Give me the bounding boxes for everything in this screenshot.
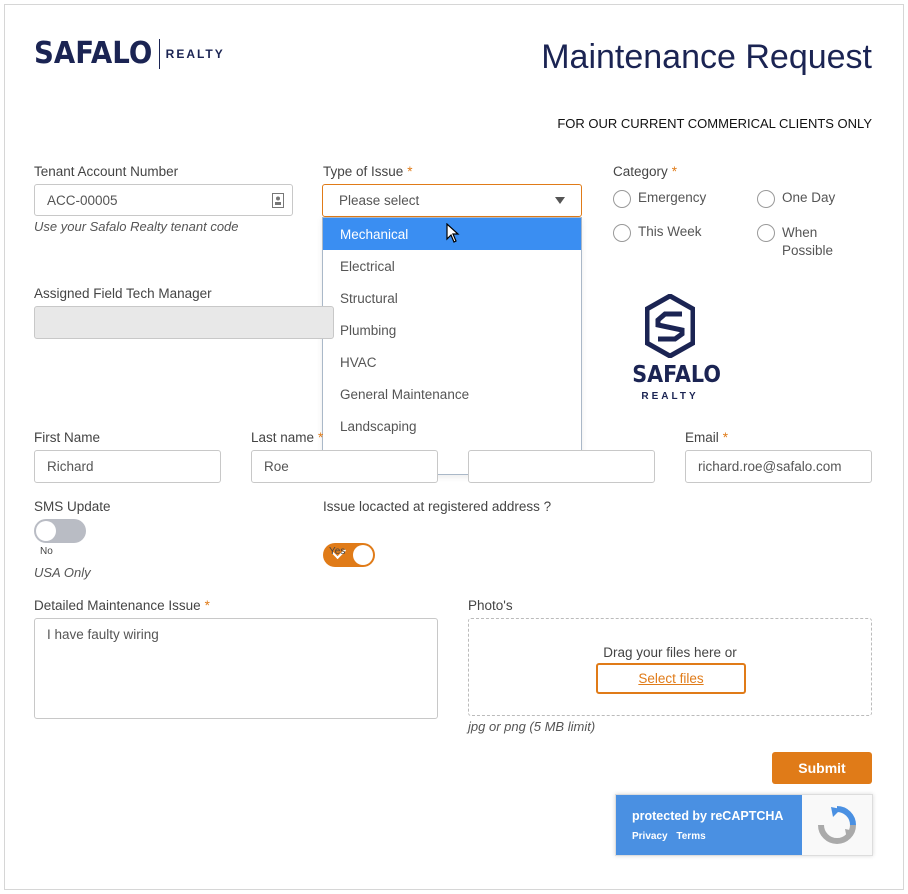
radio-circle[interactable]: [757, 224, 775, 242]
recaptcha-badge[interactable]: protected by reCAPTCHA Privacy Terms: [615, 794, 873, 856]
email-input[interactable]: richard.roe@safalo.com: [685, 450, 872, 483]
terms-link[interactable]: Terms: [676, 831, 705, 842]
recaptcha-links: Privacy Terms: [632, 831, 802, 842]
required-marker: *: [407, 164, 413, 179]
tenant-help: Use your Safalo Realty tenant code: [34, 219, 239, 234]
recaptcha-text: protected by reCAPTCHA: [632, 809, 784, 823]
option-electrical[interactable]: Electrical: [323, 250, 581, 282]
mouse-cursor-icon: [446, 223, 460, 243]
toggle-knob: [36, 521, 56, 541]
recaptcha-info: protected by reCAPTCHA Privacy Terms: [616, 795, 802, 855]
recaptcha-icon: [818, 806, 856, 844]
issue-type-select[interactable]: Please select: [322, 184, 582, 217]
photos-help: jpg or png (5 MB limit): [468, 719, 596, 734]
brand-logo: SAFALO REALTY: [34, 36, 225, 71]
toggle-knob: [353, 545, 373, 565]
category-label: Category *: [613, 164, 678, 179]
issue-type-label: Type of Issue *: [323, 164, 413, 179]
first-name-input[interactable]: Richard: [34, 450, 221, 483]
brand-name: SAFALO: [34, 36, 153, 71]
sms-toggle[interactable]: [34, 519, 86, 543]
radio-label: Emergency: [638, 190, 707, 205]
sms-label: SMS Update: [34, 499, 111, 514]
issue-type-dropdown: Mechanical Electrical Structural Plumbin…: [322, 217, 582, 475]
first-name-label: First Name: [34, 430, 101, 445]
safalo-hexagon-logo-icon: [645, 294, 695, 358]
option-plumbing[interactable]: Plumbing: [323, 314, 581, 346]
required-marker: *: [204, 598, 210, 613]
logo-sub: REALTY: [641, 391, 699, 402]
required-marker: *: [722, 430, 729, 445]
tenant-label: Tenant Account Number: [34, 164, 179, 179]
center-logo: SAFALO REALTY: [628, 294, 721, 402]
caret-down-icon: [555, 197, 565, 204]
email-label: Email *: [685, 430, 729, 445]
radio-one-day[interactable]: One Day: [757, 190, 835, 208]
client-notice: FOR OUR CURRENT COMMERICAL CLIENTS ONLY: [557, 116, 872, 131]
option-general-maintenance[interactable]: General Maintenance: [323, 378, 581, 410]
radio-label: One Day: [782, 190, 836, 205]
photo-dropzone[interactable]: Drag your files here or Select files: [468, 618, 872, 716]
recaptcha-logo-area: [802, 795, 872, 855]
registered-address-label: Issue locacted at registered address ?: [323, 499, 552, 514]
issue-type-placeholder: Please select: [339, 193, 420, 208]
radio-emergency[interactable]: Emergency: [613, 190, 706, 208]
issue-detail-label: Detailed Maintenance Issue *: [34, 598, 210, 613]
tenant-input[interactable]: ACC-00005: [34, 184, 293, 216]
radio-this-week[interactable]: This Week: [613, 224, 702, 242]
privacy-link[interactable]: Privacy: [632, 831, 668, 842]
page-title: Maintenance Request: [541, 38, 872, 76]
brand-sub: REALTY: [165, 46, 225, 61]
brand-divider: [158, 38, 160, 69]
field-tech-input: [34, 306, 334, 339]
last-name-input[interactable]: Roe: [251, 450, 438, 483]
registered-address-state: Yes: [329, 546, 346, 557]
radio-when-possible[interactable]: When Possible: [757, 224, 833, 260]
option-structural[interactable]: Structural: [323, 282, 581, 314]
radio-label: When Possible: [782, 225, 834, 258]
radio-circle[interactable]: [757, 190, 775, 208]
submit-button[interactable]: Submit: [772, 752, 872, 784]
dropzone-text: Drag your files here or: [603, 645, 737, 660]
last-name-label: Last name *: [251, 430, 324, 445]
middle-field-input[interactable]: [468, 450, 655, 483]
field-tech-label: Assigned Field Tech Manager: [34, 286, 212, 301]
issue-detail-textarea[interactable]: I have faulty wiring: [34, 618, 438, 719]
option-hvac[interactable]: HVAC: [323, 346, 581, 378]
required-marker: *: [671, 164, 678, 179]
photos-label: Photo's: [468, 598, 513, 613]
sms-state: No: [40, 546, 53, 557]
option-landscaping[interactable]: Landscaping: [323, 410, 581, 442]
required-marker: *: [318, 430, 324, 445]
sms-help: USA Only: [34, 565, 91, 580]
radio-circle[interactable]: [613, 224, 631, 242]
radio-circle[interactable]: [613, 190, 631, 208]
select-files-button[interactable]: Select files: [596, 663, 746, 694]
logo-name: SAFALO: [632, 362, 721, 388]
radio-label: This Week: [638, 224, 702, 239]
contact-card-icon: [272, 193, 284, 208]
tenant-value: ACC-00005: [47, 192, 118, 208]
